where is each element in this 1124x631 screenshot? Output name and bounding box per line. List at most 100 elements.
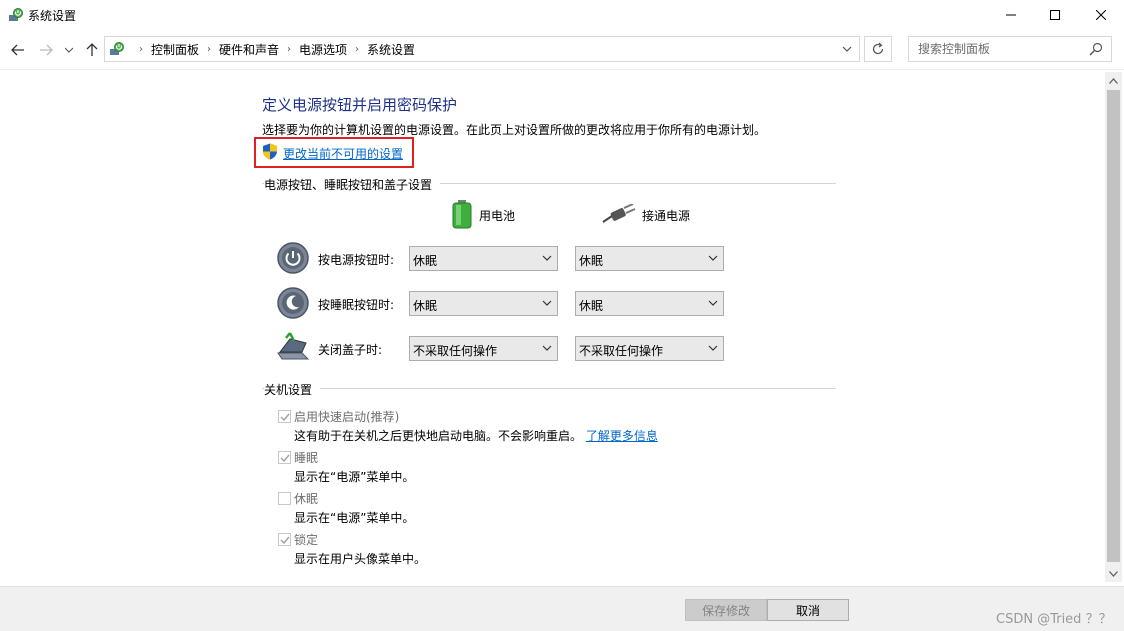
search-box[interactable] — [908, 36, 1112, 62]
checkmark-icon — [280, 536, 290, 545]
learn-more-link[interactable]: 了解更多信息 — [586, 429, 658, 443]
back-button[interactable] — [8, 40, 28, 60]
watermark: CSDN @Tried ？？ — [996, 612, 1112, 627]
section-divider — [262, 388, 836, 389]
power-button-battery-select[interactable]: 休眠 — [409, 246, 558, 271]
chevron-right-icon: › — [139, 43, 143, 55]
hibernate-description: 显示在“电源”菜单中。 — [294, 511, 415, 525]
checkmark-icon — [280, 413, 290, 422]
change-unavailable-settings-link[interactable]: 更改当前不可用的设置 — [283, 145, 403, 162]
battery-icon — [451, 199, 473, 232]
power-button-icon — [276, 241, 310, 275]
chevron-down-icon — [542, 345, 552, 351]
address-dropdown-button[interactable] — [841, 43, 853, 55]
chevron-down-icon — [708, 255, 718, 261]
minimize-button[interactable] — [988, 0, 1034, 30]
power-plug-icon — [602, 202, 636, 227]
lock-checkbox[interactable] — [278, 533, 291, 546]
lock-description: 显示在用户头像菜单中。 — [294, 552, 427, 566]
window-title: 系统设置 — [28, 9, 77, 23]
chevron-up-icon — [1109, 77, 1118, 84]
breadcrumb-control-panel[interactable]: 控制面板 — [151, 41, 199, 58]
chevron-down-icon — [542, 255, 552, 261]
power-options-icon — [109, 41, 125, 57]
plugged-column-label: 接通电源 — [642, 208, 691, 223]
page-description: 选择要为你的计算机设置的电源设置。在此页上对设置所做的更改将应用于你所有的电源计… — [262, 123, 767, 137]
address-bar[interactable]: › 控制面板 › 硬件和声音 › 电源选项 › 系统设置 — [104, 36, 860, 62]
close-button[interactable] — [1078, 0, 1124, 30]
breadcrumb-power-options[interactable]: 电源选项 — [299, 41, 347, 58]
battery-column-label: 用电池 — [479, 208, 516, 223]
breadcrumb: › 控制面板 › 硬件和声音 › 电源选项 › 系统设置 — [131, 37, 415, 61]
power-button-label: 按电源按钮时: — [318, 253, 395, 267]
plugged-column-header: 接通电源 — [602, 200, 690, 230]
title-bar: 系统设置 — [0, 0, 1124, 30]
chevron-down-icon — [842, 46, 852, 52]
shutdown-section-title: 关机设置 — [264, 381, 321, 398]
refresh-icon — [872, 42, 884, 55]
recent-locations-button[interactable] — [62, 40, 76, 60]
lock-label: 锁定 — [294, 533, 319, 547]
breadcrumb-system-settings[interactable]: 系统设置 — [367, 41, 415, 58]
lid-label: 关闭盖子时: — [318, 343, 383, 357]
maximize-button[interactable] — [1032, 0, 1078, 30]
chevron-right-icon[interactable]: › — [355, 44, 359, 55]
fast-startup-description-text: 这有助于在关机之后更快地启动电脑。不会影响重启。 — [294, 429, 583, 443]
minimize-icon — [1006, 14, 1016, 16]
select-value: 休眠 — [579, 299, 604, 313]
sleep-button-battery-select[interactable]: 休眠 — [409, 291, 558, 316]
select-value: 休眠 — [413, 299, 438, 313]
lid-battery-select[interactable]: 不采取任何操作 — [409, 336, 558, 361]
chevron-right-icon[interactable]: › — [207, 44, 211, 55]
footer-bar: 保存修改 取消 CSDN @Tried ？？ — [0, 586, 1124, 631]
sleep-button-label: 按睡眠按钮时: — [318, 298, 395, 312]
chevron-down-icon — [1109, 570, 1118, 577]
chevron-right-icon[interactable]: › — [287, 44, 291, 55]
chevron-down-icon — [708, 345, 718, 351]
select-value: 不采取任何操作 — [579, 344, 664, 358]
chevron-down-icon — [708, 300, 718, 306]
fast-startup-label: 启用快速启动(推荐) — [294, 410, 400, 424]
buttons-section-title: 电源按钮、睡眠按钮和盖子设置 — [264, 176, 441, 193]
checkmark-icon — [280, 454, 290, 463]
refresh-button[interactable] — [864, 36, 892, 62]
scroll-down-button[interactable] — [1105, 565, 1122, 582]
hibernate-checkbox[interactable] — [278, 492, 291, 505]
battery-column-header: 用电池 — [451, 199, 516, 232]
sleep-checkbox[interactable] — [278, 451, 291, 464]
save-changes-button[interactable]: 保存修改 — [685, 599, 767, 621]
hibernate-label: 休眠 — [294, 492, 319, 506]
chevron-down-icon — [65, 47, 73, 53]
chevron-down-icon — [542, 300, 552, 306]
select-value: 休眠 — [413, 254, 438, 268]
fast-startup-description: 这有助于在关机之后更快地启动电脑。不会影响重启。 了解更多信息 — [294, 427, 658, 444]
page-title: 定义电源按钮并启用密码保护 — [262, 96, 458, 114]
select-value: 休眠 — [579, 254, 604, 268]
scroll-up-button[interactable] — [1105, 72, 1122, 89]
search-icon[interactable] — [1089, 42, 1103, 56]
close-icon — [1096, 10, 1106, 20]
power-button-plugged-select[interactable]: 休眠 — [575, 246, 724, 271]
sleep-description: 显示在“电源”菜单中。 — [294, 470, 415, 484]
lid-plugged-select[interactable]: 不采取任何操作 — [575, 336, 724, 361]
vertical-scrollbar[interactable] — [1105, 72, 1122, 582]
up-button[interactable] — [82, 40, 102, 60]
navigation-bar: › 控制面板 › 硬件和声音 › 电源选项 › 系统设置 — [0, 30, 1124, 70]
sleep-button-plugged-select[interactable]: 休眠 — [575, 291, 724, 316]
search-input[interactable] — [909, 37, 1087, 61]
fast-startup-checkbox[interactable] — [278, 410, 291, 423]
arrow-left-icon — [11, 44, 24, 56]
sleep-label: 睡眠 — [294, 451, 319, 465]
arrow-up-icon — [86, 43, 98, 56]
laptop-lid-icon — [276, 331, 310, 365]
sleep-button-icon — [276, 286, 310, 320]
power-options-icon — [8, 7, 24, 23]
breadcrumb-hardware-sound[interactable]: 硬件和声音 — [219, 41, 279, 58]
cancel-button[interactable]: 取消 — [767, 599, 849, 621]
scroll-thumb[interactable] — [1107, 90, 1120, 562]
maximize-icon — [1050, 10, 1060, 20]
uac-shield-icon — [262, 143, 278, 160]
arrow-right-icon — [40, 44, 53, 56]
select-value: 不采取任何操作 — [413, 344, 498, 358]
forward-button[interactable] — [36, 40, 56, 60]
